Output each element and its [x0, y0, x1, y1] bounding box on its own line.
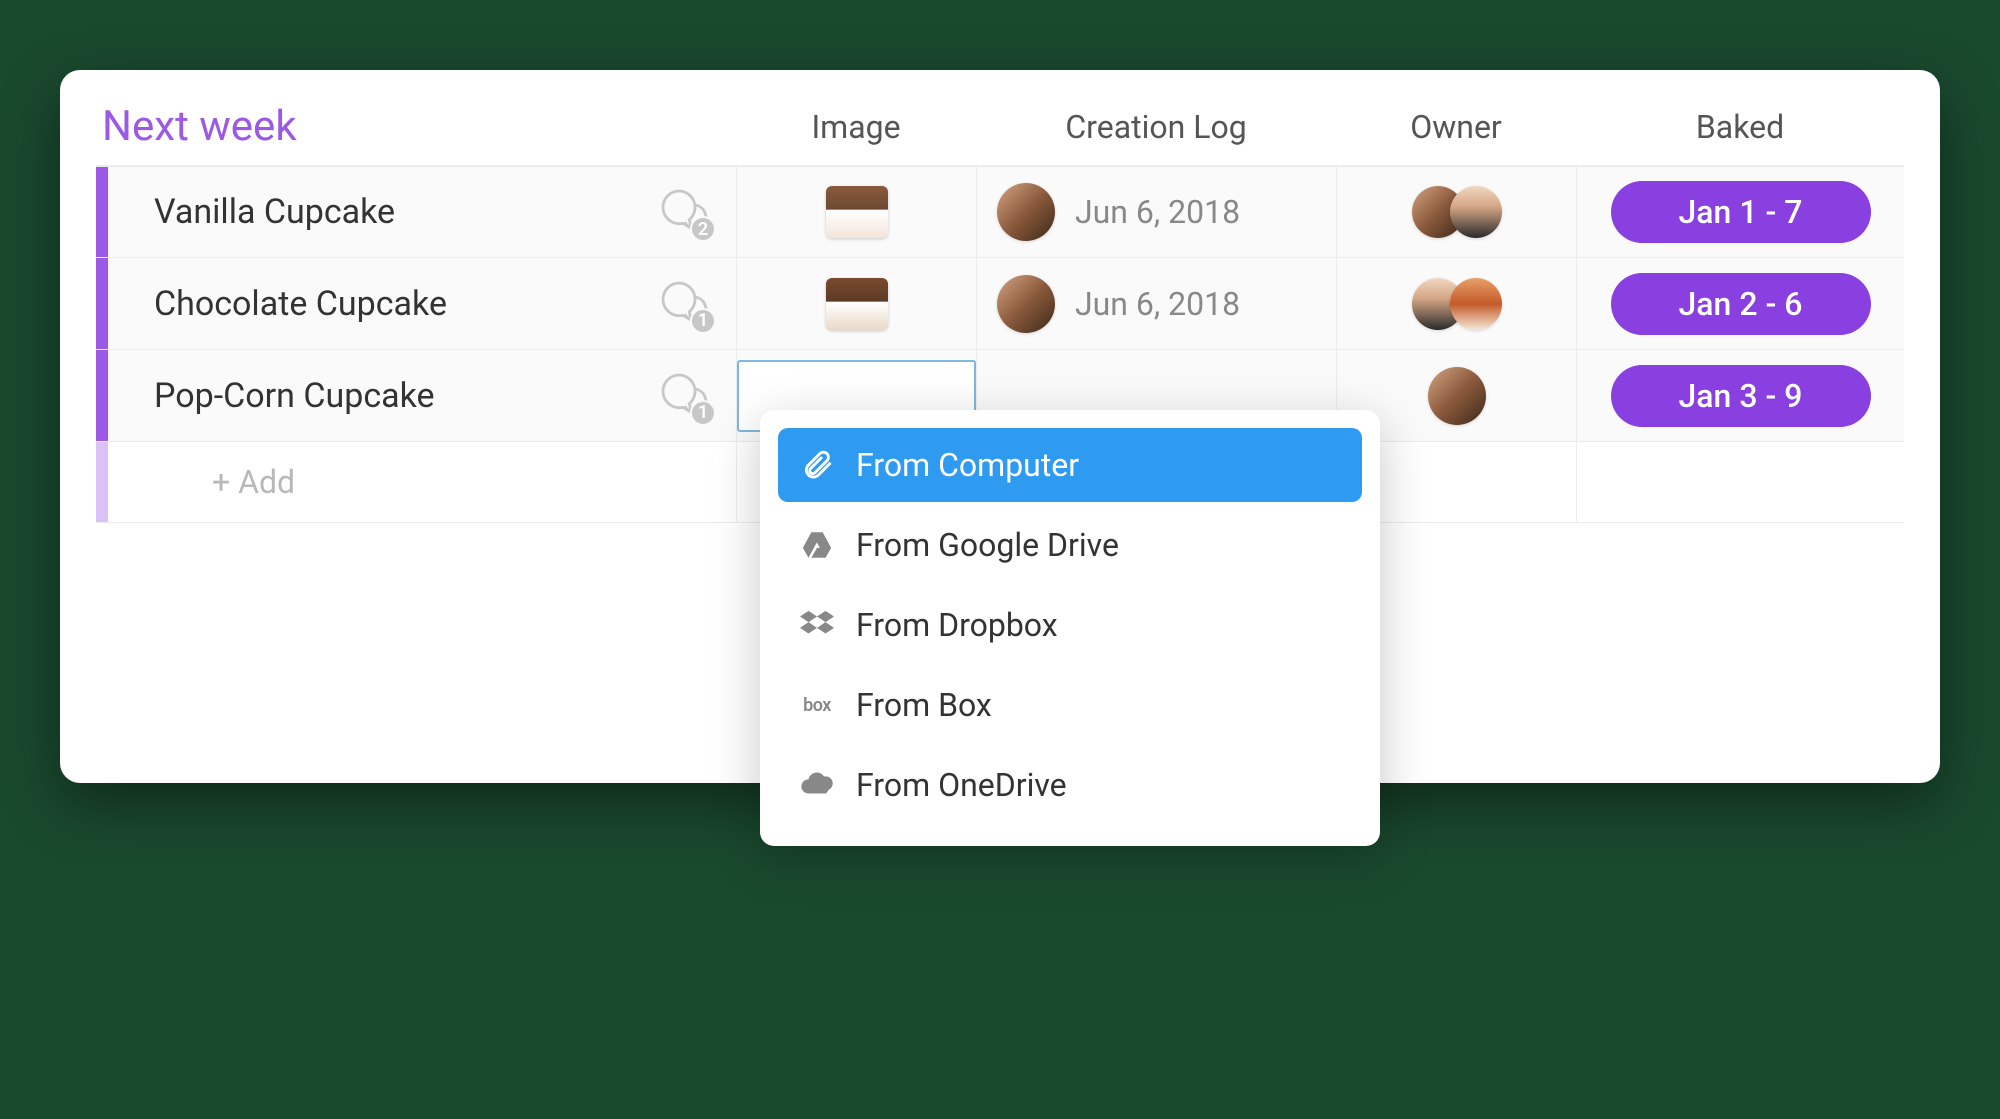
- col-header-image[interactable]: Image: [736, 108, 976, 146]
- name-cell[interactable]: Vanilla Cupcake 2: [96, 167, 736, 257]
- onedrive-icon: [800, 768, 834, 802]
- box-icon: box: [800, 688, 834, 722]
- cupcake-thumbnail-icon: [826, 278, 888, 330]
- avatar-pair: [1412, 186, 1502, 238]
- owner-cell[interactable]: [1336, 167, 1576, 257]
- avatar: [1450, 186, 1502, 238]
- menu-item-label: From Box: [856, 686, 992, 724]
- avatar: [997, 275, 1055, 333]
- comment-count-badge: 1: [690, 308, 716, 334]
- row-color-bar: [96, 442, 108, 522]
- item-name: Vanilla Cupcake: [154, 192, 640, 232]
- menu-item-from-onedrive[interactable]: From OneDrive: [778, 748, 1362, 822]
- menu-item-from-computer[interactable]: From Computer: [778, 428, 1362, 502]
- menu-item-from-dropbox[interactable]: From Dropbox: [778, 588, 1362, 662]
- creation-date: Jun 6, 2018: [1075, 285, 1240, 323]
- group-title[interactable]: Next week: [96, 102, 736, 151]
- baked-cell[interactable]: Jan 3 - 9: [1576, 350, 1904, 441]
- header-row: Next week Image Creation Log Owner Baked: [96, 102, 1904, 165]
- menu-item-label: From Computer: [856, 446, 1079, 484]
- menu-item-from-google-drive[interactable]: From Google Drive: [778, 508, 1362, 582]
- baked-cell[interactable]: Jan 1 - 7: [1576, 167, 1904, 257]
- cupcake-thumbnail-icon: [826, 186, 888, 238]
- menu-item-label: From OneDrive: [856, 766, 1067, 804]
- paperclip-icon: [800, 448, 834, 482]
- item-name: Chocolate Cupcake: [154, 284, 640, 324]
- add-row-label: + Add: [154, 463, 295, 501]
- col-header-owner[interactable]: Owner: [1336, 108, 1576, 146]
- date-range-pill: Jan 2 - 6: [1611, 273, 1871, 335]
- table-row[interactable]: Vanilla Cupcake 2 Jun 6, 2018 Jan 1 - 7: [96, 165, 1904, 257]
- creation-date: Jun 6, 2018: [1075, 193, 1240, 231]
- baked-cell[interactable]: Jan 2 - 6: [1576, 258, 1904, 349]
- creation-log-cell[interactable]: Jun 6, 2018: [976, 258, 1336, 349]
- date-range-pill: Jan 1 - 7: [1611, 181, 1871, 243]
- row-color-bar: [96, 350, 108, 441]
- item-name: Pop-Corn Cupcake: [154, 376, 640, 416]
- menu-item-from-box[interactable]: box From Box: [778, 668, 1362, 742]
- dropbox-icon: [800, 608, 834, 642]
- name-cell[interactable]: Pop-Corn Cupcake 1: [96, 350, 736, 441]
- avatar-pair: [1412, 278, 1502, 330]
- chat-icon[interactable]: 1: [656, 368, 712, 424]
- creation-log-cell[interactable]: Jun 6, 2018: [976, 167, 1336, 257]
- avatar: [997, 183, 1055, 241]
- add-row-cell[interactable]: + Add: [96, 442, 736, 522]
- image-cell[interactable]: [736, 167, 976, 257]
- menu-item-label: From Google Drive: [856, 526, 1119, 564]
- gdrive-icon: [800, 528, 834, 562]
- table-row[interactable]: Chocolate Cupcake 1 Jun 6, 2018 Jan 2 -: [96, 257, 1904, 349]
- avatar: [1450, 278, 1502, 330]
- comment-count-badge: 1: [690, 400, 716, 426]
- chat-icon[interactable]: 2: [656, 184, 712, 240]
- board-group-panel: Next week Image Creation Log Owner Baked…: [60, 70, 1940, 783]
- chat-icon[interactable]: 1: [656, 276, 712, 332]
- image-cell[interactable]: [736, 258, 976, 349]
- owner-cell[interactable]: [1336, 258, 1576, 349]
- col-header-creation-log[interactable]: Creation Log: [976, 108, 1336, 146]
- col-header-baked[interactable]: Baked: [1576, 108, 1904, 146]
- name-cell[interactable]: Chocolate Cupcake 1: [96, 258, 736, 349]
- comment-count-badge: 2: [690, 216, 716, 242]
- menu-item-label: From Dropbox: [856, 606, 1058, 644]
- row-color-bar: [96, 258, 108, 349]
- upload-source-menu: From Computer From Google Drive From Dro…: [760, 410, 1380, 846]
- row-color-bar: [96, 167, 108, 257]
- avatar: [1428, 367, 1486, 425]
- date-range-pill: Jan 3 - 9: [1611, 365, 1871, 427]
